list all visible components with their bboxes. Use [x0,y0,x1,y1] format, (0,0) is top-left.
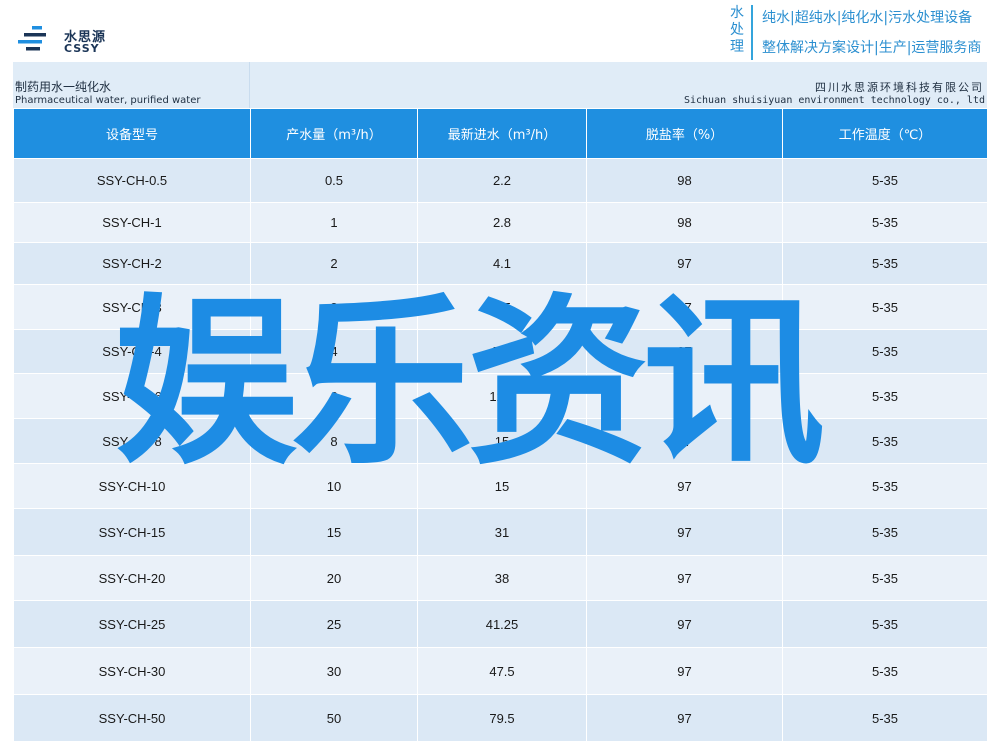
table-row: SSY-CH-15 15 31 97 5-35 [13,508,988,556]
cell-desalination: 97 [586,647,783,695]
cell-temperature: 5-35 [782,508,988,556]
top-bar: 水思源 CSSY 水 处 理 纯水|超纯水|纯化水|污水处理设备 整体解决方案设… [0,0,1000,62]
header-inflow: 最新进水（m³/h） [417,108,587,159]
cell-desalination: 97 [586,508,783,556]
cell-inflow: 47.5 [417,647,587,695]
cell-inflow: 2.8 [417,202,587,243]
table-row: SSY-CH-0.5 0.5 2.2 98 5-35 [13,158,988,203]
logo-waves-icon [18,26,46,51]
tagline-services: 整体解决方案设计|生产|运营服务商 [762,40,982,56]
cell-inflow: 31 [417,508,587,556]
vertical-char: 处 [730,22,744,38]
cell-model: SSY-CH-50 [13,694,251,742]
vertical-char: 水 [730,5,744,21]
cell-temperature: 5-35 [782,647,988,695]
cell-output: 1 [250,202,418,243]
cell-model: SSY-CH-15 [13,508,251,556]
product-title-cell: 制药用水一纯化水 Pharmaceutical water, purified … [13,62,250,108]
cell-inflow: 79.5 [417,694,587,742]
cell-desalination: 98 [586,158,783,203]
header-output: 产水量（m³/h） [250,108,418,159]
overlay-watermark-text: 娱乐资讯 [115,277,825,489]
table-row: SSY-CH-1 1 2.8 98 5-35 [13,202,988,243]
cell-model: SSY-CH-20 [13,555,251,601]
cell-temperature: 5-35 [782,694,988,742]
cell-inflow: 2.2 [417,158,587,203]
sub-header: 制药用水一纯化水 Pharmaceutical water, purified … [13,62,987,108]
cell-output: 20 [250,555,418,601]
cell-desalination: 97 [586,694,783,742]
header-desalination: 脱盐率（%） [586,108,783,159]
header-temperature: 工作温度（℃） [782,108,988,159]
cell-model: SSY-CH-0.5 [13,158,251,203]
table-row: SSY-CH-20 20 38 97 5-35 [13,555,988,601]
product-title-cn: 制药用水一纯化水 [15,80,112,94]
company-name-en: Sichuan shuisiyuan environment technolog… [683,95,985,106]
tagline-products: 纯水|超纯水|纯化水|污水处理设备 [762,10,973,26]
table-header-row: 设备型号 产水量（m³/h） 最新进水（m³/h） 脱盐率（%） 工作温度（℃） [13,108,988,159]
vertical-char: 理 [730,39,744,55]
cell-inflow: 38 [417,555,587,601]
cell-output: 50 [250,694,418,742]
cell-output: 30 [250,647,418,695]
company-logo[interactable]: 水思源 CSSY [18,22,128,56]
table-row: SSY-CH-25 25 41.25 97 5-35 [13,600,988,648]
cell-model: SSY-CH-1 [13,202,251,243]
cell-inflow: 41.25 [417,600,587,648]
company-name-cn: 四川水思源环境科技有限公司 [815,81,984,94]
cell-temperature: 5-35 [782,600,988,648]
cell-model: SSY-CH-30 [13,647,251,695]
cell-model: SSY-CH-25 [13,600,251,648]
logo-text-en: CSSY [64,42,100,55]
cell-desalination: 97 [586,555,783,601]
cell-temperature: 5-35 [782,202,988,243]
cell-temperature: 5-35 [782,158,988,203]
cell-output: 0.5 [250,158,418,203]
cell-desalination: 97 [586,600,783,648]
header-model: 设备型号 [13,108,251,159]
product-title-en: Pharmaceutical water, purified water [15,95,201,106]
cell-output: 15 [250,508,418,556]
table-row: SSY-CH-50 50 79.5 97 5-35 [13,694,988,742]
table-row: SSY-CH-30 30 47.5 97 5-35 [13,647,988,695]
cell-desalination: 98 [586,202,783,243]
cell-temperature: 5-35 [782,555,988,601]
vertical-label: 水 处 理 [727,5,753,60]
cell-output: 25 [250,600,418,648]
